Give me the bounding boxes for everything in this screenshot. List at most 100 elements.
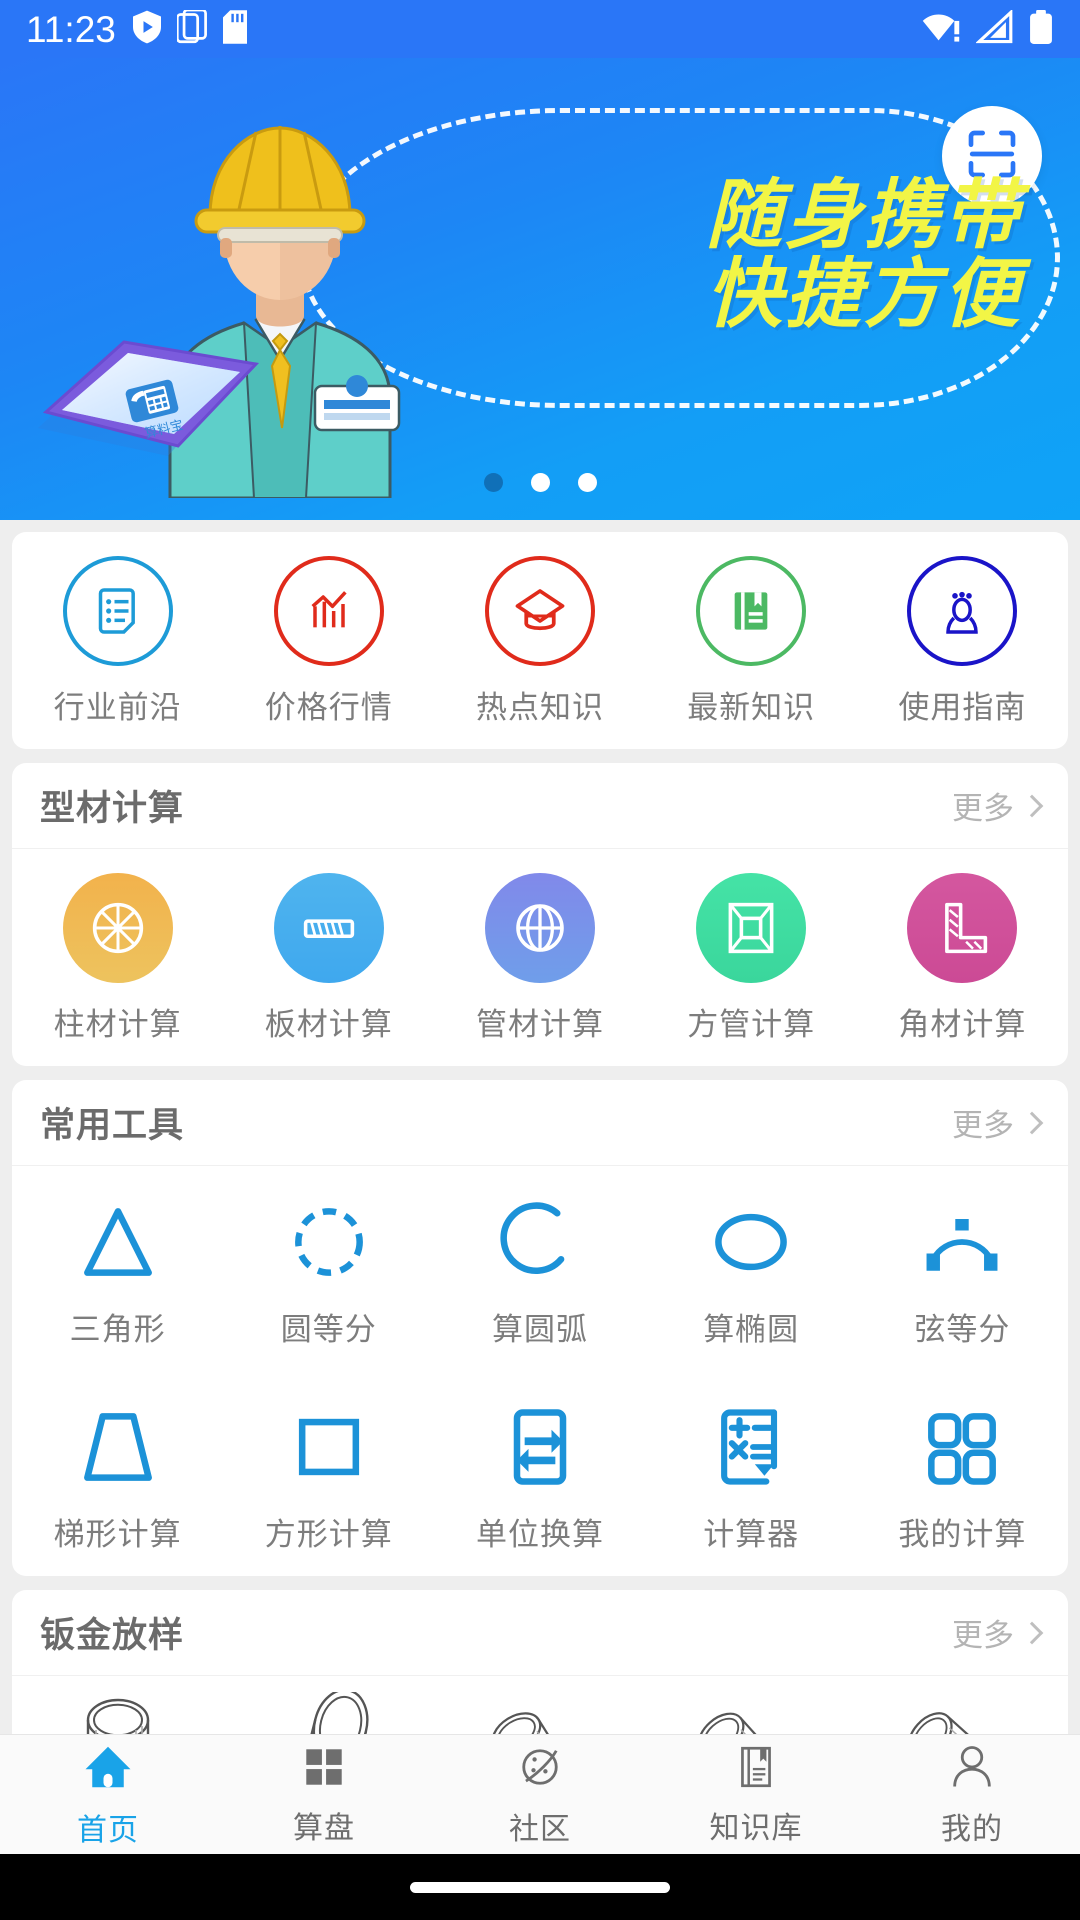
angle-bar-icon: [907, 873, 1018, 983]
section-title: 型材计算: [40, 789, 185, 828]
section-header: 钣金放样 更多: [12, 1590, 1068, 1676]
more-link[interactable]: 更多: [952, 1610, 1044, 1655]
tool-chord-divide[interactable]: 弦等分: [857, 1166, 1068, 1371]
tile-plate-calc[interactable]: 板材计算: [223, 849, 434, 1066]
tools-grid-row2: 梯形计算 方形计算 单位换算 计算器 我的计算: [12, 1371, 1068, 1576]
app-screen: 11:23 算料宝 随身携带 快捷方便 行业前沿 价格行情 热点知识 最新知识 …: [0, 0, 1080, 1920]
more-link[interactable]: 更多: [952, 1100, 1044, 1145]
tool-unit-convert[interactable]: 单位换算: [434, 1371, 645, 1576]
tool-rectangle[interactable]: 方形计算: [223, 1371, 434, 1576]
tool-label: 算椭圆: [703, 1312, 800, 1347]
tile-square-tube-calc[interactable]: 方管计算: [646, 849, 857, 1066]
sheet-tile-straight-pipe[interactable]: [12, 1676, 223, 1734]
calculator-icon: [699, 1395, 803, 1499]
cellular-signal-icon: [975, 8, 1014, 49]
tab-home[interactable]: 首页: [0, 1740, 216, 1849]
quick-links-grid: 行业前沿 价格行情 热点知识 最新知识 使用指南: [12, 532, 1068, 749]
section-title: 钣金放样: [40, 1616, 185, 1655]
more-label: 更多: [952, 1108, 1014, 1143]
elbow-pipe-60-icon: [908, 1712, 993, 1734]
more-label: 更多: [952, 791, 1014, 826]
tile-pipe-calc[interactable]: 管材计算: [434, 849, 645, 1066]
sheet-tile-elbow-30[interactable]: [434, 1676, 645, 1734]
tile-column-calc[interactable]: 柱材计算: [12, 849, 223, 1066]
ellipse-icon: [699, 1190, 803, 1294]
pipe-icon: [484, 873, 595, 983]
tab-label: 社区: [509, 1813, 571, 1846]
bottom-tab-bar: 首页 算盘 社区 知识库 我的: [0, 1734, 1080, 1854]
section-common-tools: 常用工具 更多 三角形 圆等分 算圆弧 算椭圆 弦等分 梯形计算 方形计算 单位…: [12, 1080, 1068, 1576]
unit-convert-icon: [488, 1395, 592, 1499]
tool-label: 我的计算: [898, 1517, 1027, 1552]
banner-title-line1: 随身携带: [706, 173, 1022, 258]
chevron-right-icon: [1020, 1621, 1044, 1644]
quick-link-label: 最新知识: [687, 690, 816, 725]
chevron-right-icon: [1020, 1111, 1044, 1134]
bar-chart-trend-icon: [273, 556, 384, 666]
promo-banner[interactable]: 算料宝 随身携带 快捷方便: [0, 58, 1080, 520]
quick-links-card: 行业前沿 价格行情 热点知识 最新知识 使用指南: [12, 532, 1068, 749]
tool-arc[interactable]: 算圆弧: [434, 1166, 645, 1371]
tab-profile[interactable]: 我的: [864, 1741, 1080, 1848]
sheet-tile-angled-cut-pipe[interactable]: [223, 1676, 434, 1734]
grid-four-icon: [910, 1395, 1014, 1499]
sd-card-icon: [222, 9, 247, 49]
sheet-tile-elbow-60[interactable]: [857, 1676, 1068, 1734]
wifi-warning-icon: [920, 10, 962, 49]
quick-link-price-market[interactable]: 价格行情: [223, 532, 434, 749]
trapezoid-icon: [66, 1395, 170, 1499]
carousel-dot-1[interactable]: [483, 473, 503, 492]
tile-label: 板材计算: [264, 1007, 393, 1042]
status-bar: 11:23: [0, 0, 1080, 58]
tab-label: 首页: [77, 1814, 139, 1847]
dashed-circle-icon: [277, 1190, 381, 1294]
quick-link-hot-knowledge[interactable]: 热点知识: [434, 532, 645, 749]
arc-icon: [488, 1190, 592, 1294]
tool-ellipse[interactable]: 算椭圆: [646, 1166, 857, 1371]
tab-community[interactable]: 社区: [432, 1741, 648, 1848]
tile-label: 管材计算: [475, 1007, 604, 1042]
tool-label: 三角形: [69, 1312, 166, 1347]
angled-cut-pipe-icon: [283, 1692, 369, 1734]
elbow-pipe-45-icon: [697, 1712, 782, 1734]
main-content: 行业前沿 价格行情 热点知识 最新知识 使用指南 型材计算 更多 柱材计算 板材…: [0, 520, 1080, 1734]
tile-label: 柱材计算: [53, 1007, 182, 1042]
tab-knowledge-base[interactable]: 知识库: [648, 1742, 864, 1847]
more-link[interactable]: 更多: [952, 783, 1044, 828]
carousel-dot-2[interactable]: [530, 473, 550, 492]
more-label: 更多: [952, 1618, 1014, 1653]
tool-circle-divide[interactable]: 圆等分: [223, 1166, 434, 1371]
tool-label: 单位换算: [475, 1517, 604, 1552]
home-icon: [81, 1740, 135, 1799]
phone-illustration: 算料宝: [38, 340, 260, 456]
tool-trapezoid[interactable]: 梯形计算: [12, 1371, 223, 1576]
tool-label: 弦等分: [914, 1312, 1011, 1347]
elbow-pipe-30-icon: [491, 1712, 571, 1734]
grid-squares-icon: [299, 1742, 349, 1797]
graduation-cap-icon: [484, 556, 595, 666]
tool-calculator[interactable]: 计算器: [646, 1371, 857, 1576]
carousel-dots[interactable]: [0, 473, 1080, 492]
square-tube-icon: [696, 873, 807, 983]
home-gesture-pill[interactable]: [410, 1881, 670, 1893]
sheet-tile-elbow-45[interactable]: [646, 1676, 857, 1734]
tool-triangle[interactable]: 三角形: [12, 1166, 223, 1371]
section-sheet-metal-layout: 钣金放样 更多: [12, 1590, 1068, 1734]
quick-link-latest-knowledge[interactable]: 最新知识: [646, 532, 857, 749]
tile-angle-bar-calc[interactable]: 角材计算: [857, 849, 1068, 1066]
tool-label: 圆等分: [280, 1312, 377, 1347]
community-planet-icon: [514, 1741, 566, 1798]
tab-abacus[interactable]: 算盘: [216, 1742, 432, 1847]
section-title: 常用工具: [40, 1106, 185, 1145]
chevron-right-icon: [1020, 794, 1044, 817]
plate-icon: [273, 873, 384, 983]
tool-label: 计算器: [703, 1517, 800, 1552]
tools-grid-row1: 三角形 圆等分 算圆弧 算椭圆 弦等分: [12, 1166, 1068, 1371]
tool-label: 方形计算: [264, 1517, 393, 1552]
document-list-icon: [62, 556, 173, 666]
quick-link-industry-frontier[interactable]: 行业前沿: [12, 532, 223, 749]
tool-my-calculations[interactable]: 我的计算: [857, 1371, 1068, 1576]
status-left-icons: [132, 8, 247, 49]
quick-link-user-guide[interactable]: 使用指南: [857, 532, 1068, 749]
carousel-dot-3[interactable]: [577, 473, 597, 492]
